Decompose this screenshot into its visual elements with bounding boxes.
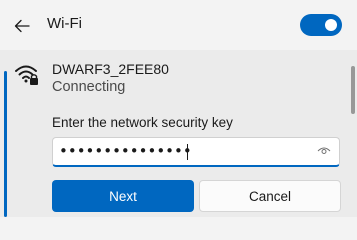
wifi-header: Wi-Fi	[0, 0, 357, 50]
scrollbar[interactable]	[351, 66, 355, 114]
toggle-knob	[325, 19, 337, 31]
back-button[interactable]	[8, 12, 36, 40]
next-button[interactable]: Next	[52, 180, 194, 212]
network-name: DWARF3_2FEE80	[52, 61, 169, 77]
connection-status: Connecting	[52, 79, 126, 95]
security-key-label: Enter the network security key	[52, 115, 233, 130]
wifi-secured-icon	[15, 65, 38, 85]
masked-password: •••••••••••••••	[59, 142, 192, 160]
wifi-toggle[interactable]	[300, 14, 342, 36]
security-key-input[interactable]: •••••••••••••••	[52, 137, 340, 167]
page-title: Wi-Fi	[47, 15, 82, 32]
selection-indicator	[4, 71, 7, 217]
eye-icon[interactable]	[317, 146, 331, 156]
cancel-button[interactable]: Cancel	[199, 180, 341, 212]
back-arrow-icon	[14, 19, 30, 33]
text-caret	[187, 144, 188, 160]
